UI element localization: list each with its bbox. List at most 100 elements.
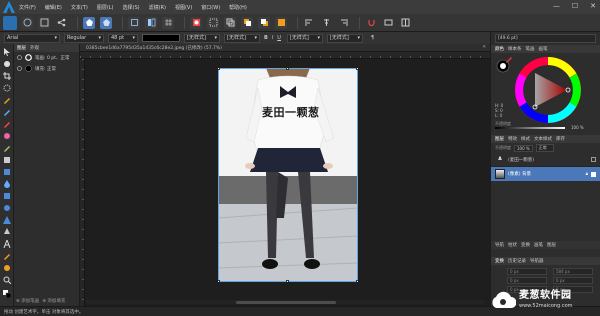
underline-icon[interactable]: U (277, 35, 281, 41)
menu-layer[interactable]: 图层(L) (97, 4, 114, 11)
pen-tool-icon[interactable] (3, 228, 11, 236)
bold-icon[interactable]: B (264, 35, 268, 41)
close-document-icon[interactable]: ✕ (482, 45, 486, 50)
resize-handle[interactable] (286, 68, 289, 70)
grid-icon[interactable] (162, 16, 174, 29)
stroke-swatch-icon[interactable] (25, 54, 32, 61)
selection-brush-icon[interactable] (3, 84, 11, 92)
maximize-button[interactable]: ☐ (572, 2, 578, 10)
tab-navigator2[interactable]: 导航器 (530, 258, 544, 264)
menu-file[interactable]: 文件(F) (19, 4, 36, 11)
stroke-row[interactable]: 笔画: 0 pt、正常 (14, 52, 79, 63)
tab-layers-panel[interactable]: 图层 (495, 136, 504, 142)
menu-text[interactable]: 文本(T) (71, 4, 88, 11)
tab-histogram[interactable]: 柱状 (508, 242, 517, 248)
refine-icon[interactable] (224, 16, 236, 29)
tab-styles[interactable]: 样式 (521, 136, 530, 142)
fill-row[interactable]: 填充: 正常 (14, 63, 79, 74)
blur-tool-icon[interactable] (3, 180, 11, 188)
tab-layers[interactable]: 图层 (17, 45, 26, 51)
eyedropper-icon[interactable] (505, 55, 513, 63)
character-style-field[interactable]: [无样式] ▾ (224, 33, 260, 43)
tab-stock[interactable]: 库存 (556, 136, 565, 142)
bring-forward-icon[interactable] (241, 16, 253, 29)
mirror-icon[interactable] (145, 16, 157, 29)
affinity-logo-icon[interactable] (3, 1, 15, 13)
char-size-field[interactable]: [49.6 pt] (495, 34, 596, 43)
persona-vector-icon[interactable] (100, 16, 112, 29)
zoom-tool-icon[interactable] (3, 276, 12, 285)
crop-tool-icon[interactable] (3, 72, 11, 80)
resize-handle[interactable] (356, 68, 358, 70)
persona-pixel-icon[interactable] (83, 16, 95, 29)
tab-history[interactable]: 历史记录 (508, 258, 526, 264)
arrange-icon[interactable] (275, 16, 287, 29)
close-button[interactable]: ✕ (590, 2, 596, 10)
color-swatches-icon[interactable] (3, 290, 12, 299)
visibility-eye-icon[interactable] (17, 66, 22, 71)
view-tool-icon[interactable] (3, 60, 11, 68)
italic-icon[interactable]: I (272, 35, 273, 41)
share-icon[interactable] (55, 17, 67, 29)
rectangle-tool-icon[interactable] (3, 192, 11, 200)
horizontal-scrollbar[interactable] (86, 300, 484, 304)
layer-visibility-checkbox[interactable] (591, 157, 596, 162)
visibility-eye-icon[interactable] (17, 55, 22, 60)
resize-handle[interactable] (218, 68, 220, 70)
transform-y[interactable]: 0 px (507, 277, 547, 284)
send-backward-icon[interactable] (258, 16, 270, 29)
align-center-icon[interactable] (320, 17, 332, 29)
tab-swatches[interactable]: 样本条 (508, 46, 522, 52)
quick-mask-icon[interactable] (190, 16, 202, 29)
tab-text-styles[interactable]: 文本样式 (534, 136, 552, 142)
liquify-persona-icon[interactable] (21, 16, 33, 29)
tab-layer-mid[interactable]: 图层 (547, 242, 556, 248)
resize-handle[interactable] (218, 280, 220, 282)
add-fill-button[interactable]: ⊕ 添加填充 (42, 298, 65, 304)
ellipse-tool-icon[interactable] (3, 204, 11, 212)
flood-select-icon[interactable] (3, 96, 11, 104)
hand-tool-icon[interactable] (3, 264, 11, 272)
shape-tool-icon[interactable] (3, 216, 11, 224)
tab-stroke[interactable]: 笔画 (526, 46, 535, 52)
layer-row-text[interactable]: A (麦田一颗葱) (491, 153, 600, 167)
menu-edit[interactable]: 编辑(E) (45, 4, 62, 11)
artistic-text-tool-icon[interactable] (3, 238, 11, 249)
dodge-tool-icon[interactable] (3, 144, 11, 152)
tab-appearance[interactable]: 外观 (30, 45, 39, 51)
assistant-icon[interactable] (382, 17, 394, 29)
tab-navigator[interactable]: 导航 (495, 242, 504, 248)
minimize-button[interactable]: — (553, 2, 560, 10)
fill-swatch-icon[interactable] (25, 65, 32, 72)
paint-brush-icon[interactable] (3, 108, 11, 116)
color-picker-icon[interactable] (3, 132, 11, 140)
text-style-field-a[interactable]: [无样式] ▾ (286, 33, 323, 43)
gradient-tool-icon[interactable] (3, 168, 11, 176)
tab-transform-mid[interactable]: 变换 (521, 242, 530, 248)
color-wheel[interactable] (515, 57, 581, 123)
font-family-field[interactable]: Arial ▾ (4, 33, 60, 43)
text-color-swatch[interactable] (142, 34, 180, 42)
menu-select[interactable]: 选择(S) (123, 4, 140, 11)
photo-persona-icon[interactable] (3, 15, 17, 30)
layer-opacity-value[interactable]: 100 % (514, 144, 533, 152)
scrollbar-thumb[interactable] (236, 300, 336, 304)
tab-transform[interactable]: 变换 (495, 258, 504, 264)
move-tool-icon[interactable] (3, 48, 11, 56)
opacity-slider[interactable] (495, 127, 565, 129)
font-style-field[interactable]: Regular ▾ (64, 33, 104, 43)
resize-handle[interactable] (356, 280, 358, 282)
develop-persona-icon[interactable] (38, 16, 50, 29)
transform-x[interactable]: 0 px (507, 268, 547, 275)
align-left-icon[interactable] (303, 17, 315, 29)
snapping-icon[interactable] (365, 17, 377, 29)
selection-icon[interactable] (207, 16, 219, 29)
lock-icon[interactable]: 🔒︎ (586, 171, 588, 177)
transform-w[interactable]: 584 px (553, 268, 593, 275)
document-canvas[interactable]: 0385cbee1d6a7795d35a1435c6c28e2.jpeg (已修… (80, 44, 490, 306)
transform-icon[interactable] (128, 16, 140, 29)
menu-help[interactable]: 帮助(H) (229, 4, 247, 11)
clone-tool-icon[interactable] (3, 156, 11, 164)
align-right-icon[interactable] (337, 17, 349, 29)
paragraph-icon[interactable]: ¶ (371, 35, 374, 41)
